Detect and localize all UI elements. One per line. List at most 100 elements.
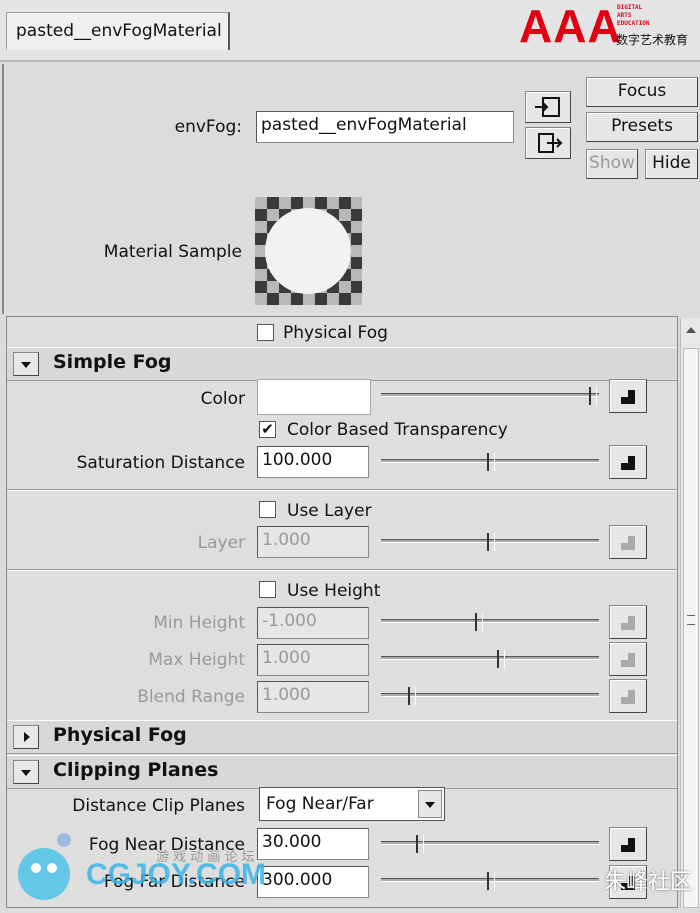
checker-map-icon (621, 653, 635, 667)
separator (7, 569, 677, 571)
tab-pasted-envfog-material[interactable]: pasted__envFogMaterial (6, 12, 230, 50)
layer-label: Layer (197, 533, 245, 553)
input-arrow-icon (535, 97, 560, 117)
vertical-scrollbar[interactable] (680, 318, 700, 908)
presets-button[interactable]: Presets (586, 112, 698, 142)
envfog-label: envFog: (174, 117, 242, 137)
show-button[interactable]: Show (586, 149, 638, 179)
logo-chinese: 数字艺术教育 (616, 33, 689, 47)
physical-fog-title: Physical Fog (53, 724, 187, 746)
material-sample-label: Material Sample (103, 242, 242, 262)
logo-line-education: EDUCATION (617, 20, 650, 27)
logo-line-arts: ARTS (617, 12, 632, 19)
blend-range-map-button[interactable] (609, 679, 647, 713)
focus-button[interactable]: Focus (586, 77, 698, 107)
checker-map-icon (621, 390, 635, 404)
min-height-slider-knob[interactable] (475, 613, 483, 631)
expand-clipping-planes-toggle[interactable] (13, 760, 39, 784)
min-height-map-button[interactable] (609, 605, 647, 639)
blend-range-label: Blend Range (137, 687, 245, 707)
simple-fog-section-header[interactable]: Simple Fog (7, 347, 677, 381)
min-height-field[interactable]: -1.000 (257, 607, 369, 639)
layer-slider[interactable] (381, 533, 599, 551)
tab-bar: pasted__envFogMaterial AAA DIGITAL ARTS … (0, 0, 700, 62)
layer-map-button[interactable] (609, 525, 647, 559)
physical-fog-section-header[interactable]: Physical Fog (7, 720, 677, 754)
triangle-right-icon (24, 732, 30, 742)
color-slider-knob[interactable] (589, 387, 597, 405)
fog-far-distance-slider[interactable] (381, 872, 599, 890)
min-height-slider[interactable] (381, 613, 599, 631)
checker-map-icon (621, 456, 635, 470)
clipping-planes-section-header[interactable]: Clipping Planes (7, 755, 677, 789)
checker-map-icon (621, 616, 635, 630)
max-height-label: Max Height (148, 650, 245, 670)
input-connections-button[interactable] (525, 91, 571, 123)
blend-range-field[interactable]: 1.000 (257, 681, 369, 713)
use-height-checkbox[interactable] (259, 581, 276, 598)
dropdown-arrow-button[interactable] (418, 790, 442, 818)
zhufeng-watermark: 朱峰社区 (604, 870, 693, 895)
triangle-down-icon (21, 770, 31, 776)
fog-near-distance-field[interactable]: 30.000 (257, 828, 369, 860)
saturation-distance-slider[interactable] (381, 453, 599, 471)
grip-icon (687, 615, 695, 625)
use-layer-label: Use Layer (287, 501, 372, 521)
layer-slider-knob[interactable] (487, 533, 495, 551)
distance-clip-planes-value: Fog Near/Far (266, 794, 374, 814)
chevron-down-icon (425, 802, 435, 808)
blend-range-slider[interactable] (381, 687, 599, 705)
use-height-label: Use Height (287, 581, 381, 601)
scroll-up-arrow-icon[interactable] (684, 324, 698, 336)
color-map-button[interactable] (609, 379, 647, 413)
logo-line-digital: DIGITAL (617, 4, 643, 11)
color-based-transparency-label: Color Based Transparency (287, 420, 508, 440)
clipping-planes-title: Clipping Planes (53, 759, 219, 781)
saturation-distance-field[interactable]: 100.000 (257, 446, 369, 478)
attribute-panel: Physical Fog Simple Fog Color ✔ Color Ba… (6, 316, 678, 908)
separator (7, 489, 677, 491)
expand-simple-fog-toggle[interactable] (13, 352, 39, 376)
cgjoy-watermark-cn: 游 戏 动 画 论 坛 (156, 850, 255, 865)
use-layer-checkbox[interactable] (259, 501, 276, 518)
max-height-slider-knob[interactable] (497, 650, 505, 668)
max-height-slider[interactable] (381, 650, 599, 668)
simple-fog-title: Simple Fog (53, 351, 172, 373)
color-slider[interactable] (381, 387, 599, 405)
fog-near-slider-knob[interactable] (416, 835, 424, 853)
fog-far-slider-knob[interactable] (487, 872, 495, 890)
logo-aaa: AAA (519, 0, 622, 52)
hide-button[interactable]: Hide (645, 149, 698, 179)
expand-physical-fog-toggle[interactable] (13, 725, 39, 749)
saturation-slider-knob[interactable] (487, 453, 495, 471)
cgjoy-watermark (8, 830, 86, 913)
output-connections-button[interactable] (525, 127, 571, 159)
fog-far-distance-field[interactable]: 300.000 (257, 866, 369, 898)
output-arrow-icon (538, 133, 563, 153)
saturation-map-button[interactable] (609, 445, 647, 479)
checker-map-icon (621, 536, 635, 550)
distance-clip-planes-label: Distance Clip Planes (72, 796, 245, 816)
physical-fog-checkbox[interactable] (257, 324, 274, 341)
physical-fog-checkbox-label: Physical Fog (283, 323, 388, 343)
color-based-transparency-checkbox[interactable]: ✔ (259, 421, 276, 438)
blend-range-slider-knob[interactable] (408, 687, 416, 705)
checker-map-icon (621, 838, 635, 852)
min-height-label: Min Height (153, 613, 245, 633)
material-sample-swatch (255, 197, 362, 305)
checker-map-icon (621, 690, 635, 704)
logo-subtitle: DIGITAL ARTS EDUCATION (617, 4, 650, 28)
fog-near-distance-slider[interactable] (381, 835, 599, 853)
layer-field[interactable]: 1.000 (257, 526, 369, 558)
cgjoy-mascot-icon (18, 833, 71, 900)
scrollbar-thumb[interactable] (683, 348, 699, 908)
envfog-name-field[interactable]: pasted__envFogMaterial (256, 111, 514, 143)
fog-near-map-button[interactable] (609, 827, 647, 861)
max-height-field[interactable]: 1.000 (257, 644, 369, 676)
color-swatch[interactable] (257, 379, 371, 415)
triangle-down-icon (21, 362, 31, 368)
max-height-map-button[interactable] (609, 642, 647, 676)
color-label: Color (200, 389, 245, 409)
distance-clip-planes-dropdown[interactable]: Fog Near/Far (259, 787, 445, 821)
saturation-distance-label: Saturation Distance (76, 453, 245, 473)
